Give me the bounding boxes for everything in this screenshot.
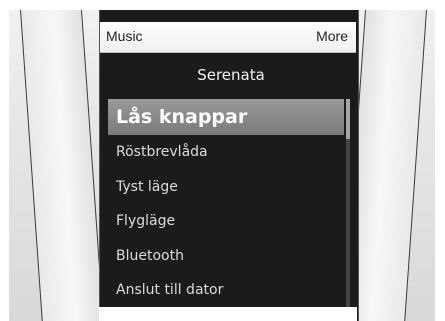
menu-title: Serenata: [197, 66, 265, 84]
phone-screen: Music More Serenata Lås knappar Röstbrev…: [99, 10, 359, 321]
menu-item-connect-to-computer[interactable]: Anslut till dator: [108, 273, 344, 308]
softkey-left-music[interactable]: Music: [106, 28, 143, 44]
scrollbar-track[interactable]: [346, 99, 350, 311]
softkey-bar: Music More: [100, 22, 356, 53]
menu-item-voicemail[interactable]: Röstbrevlåda: [108, 135, 344, 170]
device-bottom-strip: [99, 307, 357, 321]
menu-item-flight-mode[interactable]: Flygläge: [108, 204, 344, 239]
menu-item-bluetooth[interactable]: Bluetooth: [108, 239, 344, 274]
softkey-right-more[interactable]: More: [316, 28, 348, 44]
menu-list: Lås knappar Röstbrevlåda Tyst läge Flygl…: [108, 99, 344, 308]
menu-item-silent-mode[interactable]: Tyst läge: [108, 170, 344, 205]
scrollbar-thumb[interactable]: [346, 99, 350, 139]
menu-item-lock-keys[interactable]: Lås knappar: [108, 99, 344, 135]
